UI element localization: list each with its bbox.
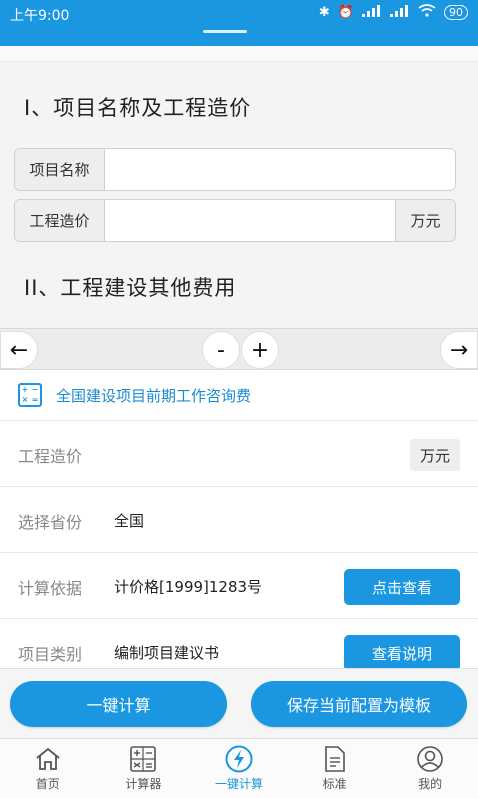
calculator-card: + − × = 全国建设项目前期工作咨询费 工程造价 万元 选择省份 全国 计算… <box>0 370 478 671</box>
cost-unit: 万元 <box>410 439 460 471</box>
calculator-header[interactable]: + − × = 全国建设项目前期工作咨询费 <box>18 382 251 408</box>
view-basis-button[interactable]: 点击查看 <box>344 569 460 605</box>
next-arrow-button[interactable]: → <box>440 331 478 369</box>
bluetooth-icon: ✱ <box>318 5 330 20</box>
tab-calculator[interactable]: 计算器 <box>96 739 192 798</box>
tab-label: 计算器 <box>125 777 162 791</box>
tab-label: 一键计算 <box>214 777 263 791</box>
project-cost-label: 工程造价 <box>15 200 105 241</box>
bottom-tab-bar: 首页 计算器 一键计算 标准 我的 <box>0 738 478 798</box>
row-label: 工程造价 <box>18 447 83 466</box>
add-item-button[interactable]: + <box>241 331 279 369</box>
status-icons: ✱ ⏰ 90 <box>319 4 468 21</box>
view-explanation-button[interactable]: 查看说明 <box>344 635 460 671</box>
project-name-input[interactable] <box>105 149 455 190</box>
project-cost-unit: 万元 <box>395 200 455 241</box>
row-basis: 计算依据 计价格[1999]1283号 点击查看 <box>0 552 478 618</box>
category-select[interactable]: 编制项目建议书 <box>114 642 219 663</box>
remove-item-button[interactable]: - <box>202 331 240 369</box>
calculator-title: 全国建设项目前期工作咨询费 <box>56 386 252 405</box>
drag-handle[interactable] <box>203 30 247 33</box>
battery-indicator: 90 <box>444 5 468 20</box>
row-label: 项目类别 <box>18 645 83 664</box>
calculate-button[interactable]: 一键计算 <box>10 681 227 727</box>
signal-icon <box>362 4 382 21</box>
project-name-label: 项目名称 <box>15 149 105 190</box>
tab-label: 我的 <box>418 777 443 791</box>
project-cost-group: 工程造价 万元 <box>14 199 456 242</box>
tab-one-click-calc[interactable]: 一键计算 <box>191 739 287 798</box>
prev-arrow-button[interactable]: ← <box>0 331 38 369</box>
tab-label: 首页 <box>35 777 60 791</box>
save-template-button[interactable]: 保存当前配置为模板 <box>251 681 467 727</box>
project-name-group: 项目名称 <box>14 148 456 191</box>
user-icon <box>416 745 444 773</box>
lightning-icon <box>225 745 253 773</box>
plus-icon: + <box>250 337 270 363</box>
tab-mine[interactable]: 我的 <box>382 739 478 798</box>
home-icon <box>34 745 62 773</box>
row-label: 计算依据 <box>18 579 83 598</box>
action-bar: 一键计算 保存当前配置为模板 <box>0 668 478 738</box>
tab-label: 标准 <box>322 777 347 791</box>
section-title-other-fees: II、工程建设其他费用 <box>24 276 237 300</box>
wifi-icon <box>418 4 436 21</box>
row-label: 选择省份 <box>18 513 83 532</box>
signal-icon-2 <box>390 4 410 21</box>
section-title-project: I、项目名称及工程造价 <box>24 96 252 120</box>
document-icon <box>321 745 349 773</box>
calculator-toolbar: ← - + → <box>0 328 478 370</box>
minus-icon: - <box>217 337 225 363</box>
calculator-icon: + − × = <box>18 383 42 407</box>
row-cost: 工程造价 万元 <box>0 420 478 486</box>
arrow-right-icon: → <box>449 337 469 363</box>
status-bar: 上午9:00 ✱ ⏰ 90 <box>0 0 478 46</box>
calculator-icon <box>129 745 157 773</box>
tab-home[interactable]: 首页 <box>0 739 96 798</box>
tab-standards[interactable]: 标准 <box>287 739 383 798</box>
alarm-icon: ⏰ <box>337 5 354 20</box>
arrow-left-icon: ← <box>9 337 29 363</box>
province-select[interactable]: 全国 <box>114 510 144 531</box>
status-time: 上午9:00 <box>10 8 70 24</box>
basis-value: 计价格[1999]1283号 <box>114 578 263 596</box>
page-top-strip <box>0 46 478 62</box>
row-province[interactable]: 选择省份 全国 <box>0 486 478 552</box>
project-cost-input[interactable] <box>105 200 395 241</box>
